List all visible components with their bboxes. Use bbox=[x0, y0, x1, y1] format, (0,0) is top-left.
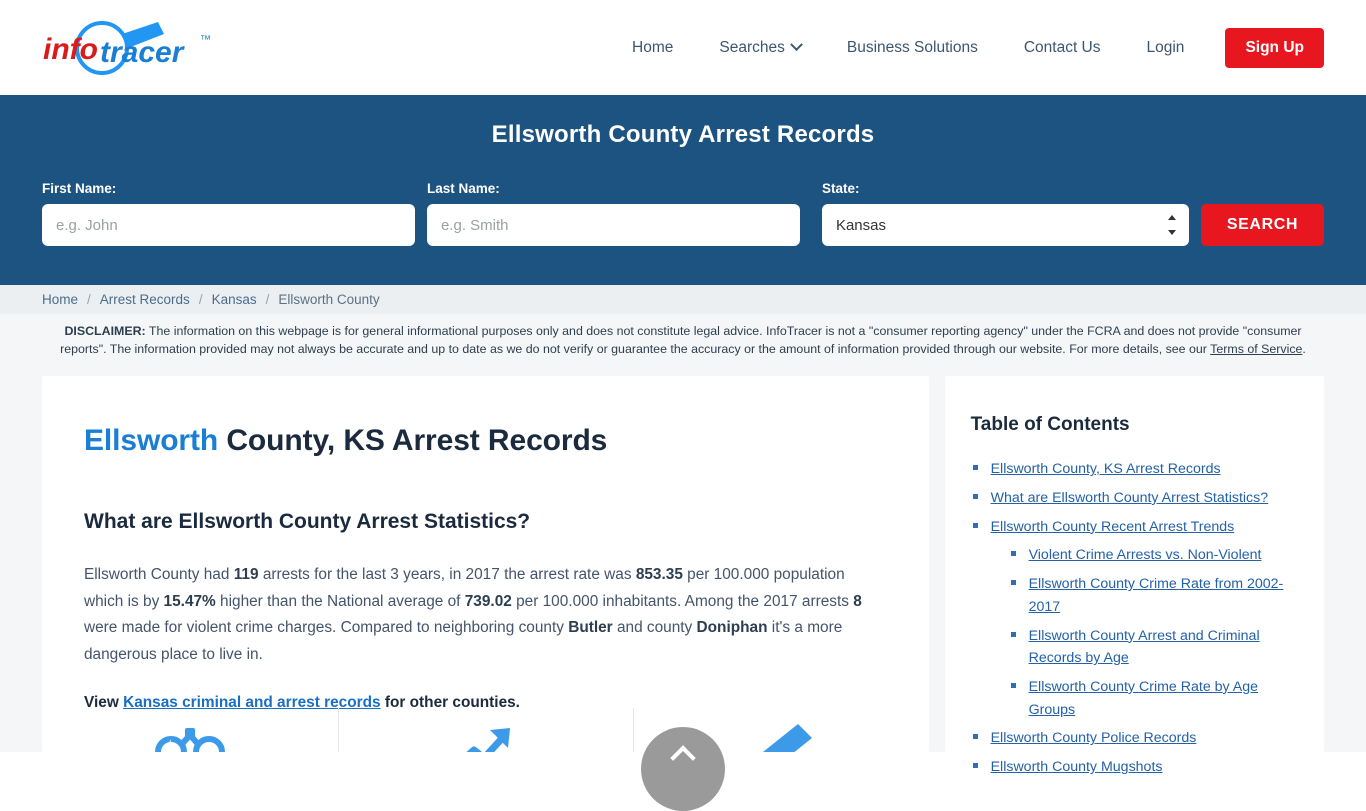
state-label: State: bbox=[821, 181, 860, 196]
page-title: Ellsworth County Arrest Records bbox=[491, 121, 875, 148]
nav-label: Searches bbox=[719, 38, 785, 56]
search-band: Ellsworth County Arrest Records First Na… bbox=[0, 95, 1366, 285]
nav-label: Contact Us bbox=[1023, 38, 1101, 56]
trend-arrow-icon bbox=[466, 728, 511, 753]
breadcrumb-item-kansas[interactable]: Kansas bbox=[212, 292, 257, 307]
nav-label: Home bbox=[632, 38, 674, 56]
chevron-up-icon bbox=[670, 745, 696, 771]
toc-link-arrest-statistics[interactable]: What are Ellsworth County Arrest Statist… bbox=[991, 490, 1269, 506]
breadcrumb-item-current: Ellsworth County bbox=[278, 292, 380, 307]
breadcrumb-item-home[interactable]: Home bbox=[42, 292, 78, 307]
main-content-card: Ellsworth County, KS Arrest Records What… bbox=[42, 376, 929, 753]
svg-text:™: ™ bbox=[200, 34, 211, 46]
disclaimer-text: DISCLAIMER: The information on this webp… bbox=[0, 314, 1366, 369]
para-seg: were made for violent crime charges. Com… bbox=[84, 619, 569, 637]
list-item[interactable]: Ellsworth County, KS Arrest Records bbox=[971, 458, 1294, 481]
search-button[interactable]: SEARCH bbox=[1200, 204, 1324, 246]
toc-heading: Table of Contents bbox=[970, 414, 1130, 436]
nav-label: Login bbox=[1146, 38, 1185, 56]
list-item[interactable]: Ellsworth County Police Records bbox=[971, 727, 1294, 750]
stat-national-average: 739.02 bbox=[464, 592, 512, 610]
list-item[interactable]: What are Ellsworth County Arrest Statist… bbox=[971, 487, 1294, 510]
toc-link-crime-rate-2002-2017[interactable]: Ellsworth County Crime Rate from 2002-20… bbox=[1029, 576, 1284, 615]
page-body: Ellsworth County, KS Arrest Records What… bbox=[0, 368, 1366, 775]
toc-link-violent-vs-nonviolent[interactable]: Violent Crime Arrests vs. Non-Violent bbox=[1029, 547, 1262, 563]
stat-neighbor-county-2: Doniphan bbox=[696, 619, 768, 637]
first-name-input[interactable] bbox=[42, 204, 415, 246]
disclaimer-tail: . bbox=[1302, 341, 1306, 356]
nav-item-home[interactable]: Home bbox=[609, 39, 696, 57]
table-of-contents-card: Table of Contents Ellsworth County, KS A… bbox=[944, 376, 1324, 775]
article-title: Ellsworth County, KS Arrest Records bbox=[84, 424, 887, 458]
toc-link-records-by-age[interactable]: Ellsworth County Arrest and Criminal Rec… bbox=[1029, 628, 1260, 667]
svg-text:tracer: tracer bbox=[100, 36, 186, 69]
stat-neighbor-county-1: Butler bbox=[568, 619, 613, 637]
nav-item-login[interactable]: Login bbox=[1124, 39, 1208, 57]
toc-link-recent-trends[interactable]: Ellsworth County Recent Arrest Trends bbox=[991, 519, 1235, 535]
list-item[interactable]: Ellsworth County Crime Rate from 2002-20… bbox=[1009, 573, 1294, 618]
toc-link-mugshots[interactable]: Ellsworth County Mugshots bbox=[991, 759, 1163, 775]
stat-arrest-rate: 853.35 bbox=[635, 566, 683, 584]
terms-of-service-link[interactable]: Terms of Service bbox=[1210, 342, 1302, 356]
stat-violent-arrests: 8 bbox=[853, 592, 862, 610]
toc-link-arrest-records[interactable]: Ellsworth County, KS Arrest Records bbox=[991, 461, 1221, 477]
search-form: First Name: Last Name: State: Kansas SEA… bbox=[0, 181, 1366, 246]
toc-link-crime-rate-by-age-groups[interactable]: Ellsworth County Crime Rate by Age Group… bbox=[1029, 679, 1258, 718]
nav-item-searches[interactable]: Searches bbox=[696, 38, 823, 57]
para-seg: per 100.000 inhabitants. Among the 2017 … bbox=[511, 592, 854, 610]
list-item[interactable]: Ellsworth County Crime Rate by Age Group… bbox=[1009, 676, 1294, 721]
nav-links: Home Searches Business Solutions Contact… bbox=[609, 0, 1324, 95]
pen-icon bbox=[762, 724, 812, 753]
state-field-group: State: Kansas bbox=[821, 181, 1189, 246]
svg-text:info: info bbox=[43, 33, 98, 66]
disclaimer-body: The information on this webpage is for g… bbox=[60, 324, 1302, 356]
state-select[interactable]: Kansas bbox=[821, 204, 1189, 246]
last-name-input[interactable] bbox=[426, 204, 800, 246]
last-name-field-group: Last Name: bbox=[426, 181, 800, 246]
feature-icon-cell-trend[interactable] bbox=[337, 706, 634, 753]
breadcrumb: Home / Arrest Records / Kansas / Ellswor… bbox=[0, 285, 1366, 314]
article-title-rest: County, KS Arrest Records bbox=[218, 424, 608, 458]
toc-link-police-records[interactable]: Ellsworth County Police Records bbox=[991, 730, 1197, 746]
list-item[interactable]: Ellsworth County Arrest and Criminal Rec… bbox=[1009, 625, 1294, 670]
first-name-field-group: First Name: bbox=[42, 181, 415, 246]
scroll-to-top-button[interactable] bbox=[641, 727, 725, 811]
toc-list: Ellsworth County, KS Arrest Records What… bbox=[971, 458, 1294, 779]
section-heading-statistics: What are Ellsworth County Arrest Statist… bbox=[84, 510, 531, 534]
para-seg: arrests for the last 3 years, in 2017 th… bbox=[258, 566, 636, 584]
handcuffs-icon bbox=[154, 728, 225, 753]
signup-button[interactable]: Sign Up bbox=[1225, 27, 1324, 68]
chevron-down-icon bbox=[789, 38, 803, 52]
nav-label: Business Solutions bbox=[846, 38, 978, 56]
list-item[interactable]: Ellsworth County Mugshots bbox=[971, 756, 1294, 779]
nav-item-contact-us[interactable]: Contact Us bbox=[1001, 39, 1124, 57]
statistics-paragraph: Ellsworth County had 119 arrests for the… bbox=[84, 562, 887, 668]
breadcrumb-separator: / bbox=[87, 292, 91, 307]
stat-percent-higher: 15.47% bbox=[163, 592, 216, 610]
last-name-label: Last Name: bbox=[426, 181, 500, 196]
top-navigation-bar: info tracer ™ Home Searches Business Sol… bbox=[0, 0, 1366, 95]
para-seg: and county bbox=[612, 619, 697, 637]
article-title-highlight: Ellsworth bbox=[84, 424, 219, 458]
feature-icon-cell-handcuffs[interactable] bbox=[42, 706, 338, 753]
list-item[interactable]: Ellsworth County Recent Arrest Trends Vi… bbox=[971, 516, 1294, 722]
stat-arrests-count: 119 bbox=[233, 566, 259, 584]
breadcrumb-separator: / bbox=[265, 292, 270, 307]
feature-icon-strip bbox=[42, 706, 929, 753]
para-seg: higher than the National average of bbox=[215, 592, 465, 610]
first-name-label: First Name: bbox=[42, 181, 117, 196]
para-seg: Ellsworth County had bbox=[84, 566, 234, 584]
toc-sublist: Violent Crime Arrests vs. Non-Violent El… bbox=[1009, 544, 1294, 721]
breadcrumb-separator: / bbox=[198, 292, 203, 307]
disclaimer-label: DISCLAIMER: bbox=[64, 324, 146, 338]
breadcrumb-item-arrest-records[interactable]: Arrest Records bbox=[100, 292, 190, 307]
logo-graphic: info tracer ™ bbox=[43, 20, 211, 75]
infotracer-logo[interactable]: info tracer ™ bbox=[40, 18, 225, 78]
nav-item-business-solutions[interactable]: Business Solutions bbox=[824, 39, 1001, 57]
list-item[interactable]: Violent Crime Arrests vs. Non-Violent bbox=[1009, 544, 1294, 567]
